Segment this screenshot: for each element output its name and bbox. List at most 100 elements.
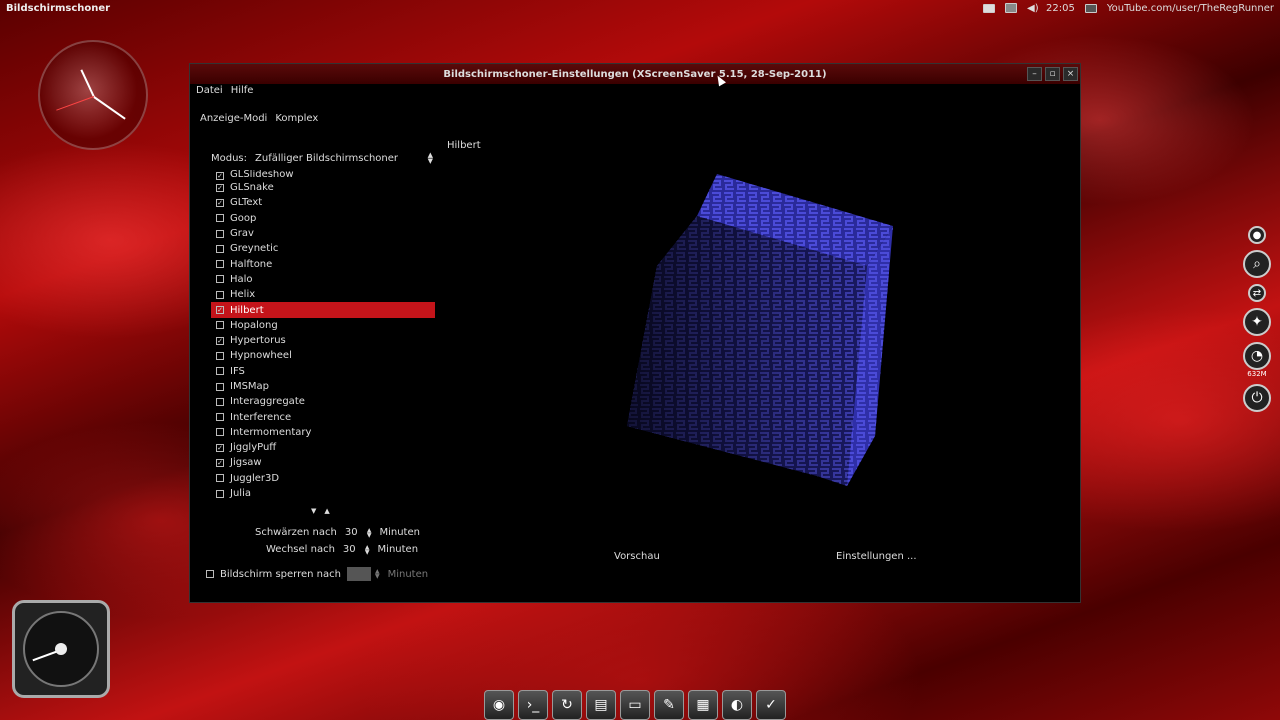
list-item-label: Goop: [230, 212, 257, 224]
list-item-label: GLSnake: [230, 182, 274, 194]
mail-icon[interactable]: [983, 3, 996, 13]
lock-checkbox[interactable]: [206, 570, 214, 578]
cycle-after-stepper[interactable]: ▲ ▼: [365, 544, 370, 555]
window-titlebar[interactable]: Bildschirmschoner-Einstellungen (XScreen…: [190, 64, 1080, 84]
list-item[interactable]: Helix: [211, 287, 435, 302]
checklist-icon[interactable]: ✓: [756, 690, 786, 720]
cycle-after-input[interactable]: 30: [343, 544, 365, 555]
checked-checkbox[interactable]: ✓: [216, 458, 224, 467]
system-monitor-icon[interactable]: ◉: [484, 690, 514, 720]
checked-checkbox[interactable]: ✓: [216, 198, 224, 207]
list-item[interactable]: Goop: [211, 211, 435, 226]
maximize-button[interactable]: ▫: [1045, 67, 1060, 81]
hilbert-cube-render: [627, 174, 893, 486]
list-item[interactable]: Intermomentary: [211, 425, 435, 440]
unchecked-checkbox[interactable]: [216, 397, 224, 406]
unchecked-checkbox[interactable]: [216, 290, 224, 299]
list-item-label: Intermomentary: [230, 426, 312, 438]
unchecked-checkbox[interactable]: [216, 428, 224, 437]
lock-after-unit: Minuten: [387, 568, 429, 580]
dock: ◉ ›_ ↻ ▤ ▭ ✎ ▦ ◐ ✓: [484, 680, 798, 720]
menu-help[interactable]: Hilfe: [231, 85, 254, 96]
unchecked-checkbox[interactable]: [216, 351, 224, 360]
terminal-icon[interactable]: ›_: [518, 690, 548, 720]
unchecked-checkbox[interactable]: [216, 474, 224, 483]
list-item[interactable]: Grav: [211, 226, 435, 241]
list-item[interactable]: IMSMap: [211, 379, 435, 394]
network-icon[interactable]: [1005, 3, 1018, 13]
preview-button[interactable]: Vorschau: [614, 551, 660, 562]
list-item[interactable]: ✓ Jigsaw: [211, 455, 435, 470]
unchecked-checkbox[interactable]: [216, 489, 224, 498]
list-item[interactable]: Interference: [211, 409, 435, 424]
list-item[interactable]: ✓ JigglyPuff: [211, 440, 435, 455]
lightbulb-icon[interactable]: ✦: [1243, 308, 1271, 336]
clock-minute-hand: [93, 96, 126, 120]
unchecked-checkbox[interactable]: [216, 214, 224, 223]
power-icon[interactable]: ⏻: [1243, 384, 1271, 412]
documents-icon[interactable]: ▦: [688, 690, 718, 720]
list-item[interactable]: Juggler3D: [211, 471, 435, 486]
lock-label: Bildschirm sperren nach: [220, 568, 341, 580]
scroll-up-icon[interactable]: ▲: [324, 507, 329, 515]
blank-after-input[interactable]: 30: [345, 527, 367, 538]
clock-time[interactable]: 22:05: [1046, 3, 1075, 14]
firefox-icon[interactable]: ◐: [722, 690, 752, 720]
list-item[interactable]: Greynetic: [211, 241, 435, 256]
tab-display-modes[interactable]: Anzeige-Modi: [200, 113, 267, 124]
list-item-label: Hopalong: [230, 319, 278, 331]
list-item[interactable]: ✓ Hypertorus: [211, 333, 435, 348]
list-item[interactable]: Hopalong: [211, 318, 435, 333]
memory-gauge-icon[interactable]: ◔: [1243, 342, 1271, 370]
checked-checkbox[interactable]: ✓: [216, 172, 224, 180]
menu-file[interactable]: Datei: [196, 85, 223, 96]
list-item-label: IFS: [230, 365, 245, 377]
speedometer-widget: [12, 600, 110, 698]
unchecked-checkbox[interactable]: [216, 367, 224, 376]
list-item[interactable]: Julia: [211, 486, 435, 501]
list-item[interactable]: ✓ Hilbert: [211, 302, 435, 318]
list-item[interactable]: ✓ GLSnake: [211, 180, 435, 195]
list-item[interactable]: ✓ GLText: [211, 195, 435, 210]
tab-advanced[interactable]: Komplex: [275, 113, 318, 124]
volume-icon[interactable]: ◀): [1027, 3, 1039, 13]
scroll-down-icon[interactable]: ▼: [311, 507, 316, 515]
list-item[interactable]: ✓ GLSlideshow: [211, 170, 435, 180]
unchecked-checkbox[interactable]: [216, 413, 224, 422]
list-item[interactable]: Hypnowheel: [211, 348, 435, 363]
blank-after-stepper[interactable]: ▲ ▼: [367, 527, 372, 538]
dropdown-arrows-icon[interactable]: ▲ ▼: [428, 152, 433, 165]
network-icon[interactable]: ⇄: [1248, 284, 1266, 302]
checked-checkbox[interactable]: ✓: [216, 443, 224, 452]
unchecked-checkbox[interactable]: [216, 260, 224, 269]
mode-dropdown[interactable]: Zufälliger Bildschirmschoner: [255, 153, 428, 164]
list-item[interactable]: Interaggregate: [211, 394, 435, 409]
checked-checkbox[interactable]: ✓: [216, 183, 224, 192]
editor-icon[interactable]: ✎: [654, 690, 684, 720]
system-tray: ◀) 22:05 YouTube.com/user/TheRegRunner: [983, 3, 1274, 14]
unchecked-checkbox[interactable]: [216, 321, 224, 330]
checked-checkbox[interactable]: ✓: [216, 336, 224, 345]
checked-checkbox[interactable]: ✓: [216, 306, 224, 315]
blank-after-label: Schwärzen nach: [255, 527, 337, 538]
search-icon[interactable]: ⌕: [1243, 250, 1271, 278]
close-button[interactable]: ×: [1063, 67, 1078, 81]
list-item[interactable]: Halo: [211, 272, 435, 287]
unchecked-checkbox[interactable]: [216, 244, 224, 253]
list-item[interactable]: Halftone: [211, 256, 435, 271]
minimize-button[interactable]: –: [1027, 67, 1042, 81]
screensaver-list[interactable]: ✓ GLSlideshow ✓ GLSnake ✓ GLText Goop Grav Greyn…: [211, 170, 435, 506]
file-manager-icon[interactable]: ▤: [586, 690, 616, 720]
list-item-label: GLSlideshow: [230, 170, 294, 180]
unchecked-checkbox[interactable]: [216, 382, 224, 391]
display-icon[interactable]: ▭: [620, 690, 650, 720]
user-icon[interactable]: [1084, 3, 1097, 13]
update-icon[interactable]: ↻: [552, 690, 582, 720]
list-item[interactable]: IFS: [211, 364, 435, 379]
settings-button[interactable]: Einstellungen ...: [836, 551, 917, 562]
unchecked-checkbox[interactable]: [216, 275, 224, 284]
user-icon[interactable]: ●: [1248, 226, 1266, 244]
list-item-label: Hypnowheel: [230, 350, 292, 362]
list-item-label: Julia: [230, 488, 251, 500]
unchecked-checkbox[interactable]: [216, 229, 224, 238]
